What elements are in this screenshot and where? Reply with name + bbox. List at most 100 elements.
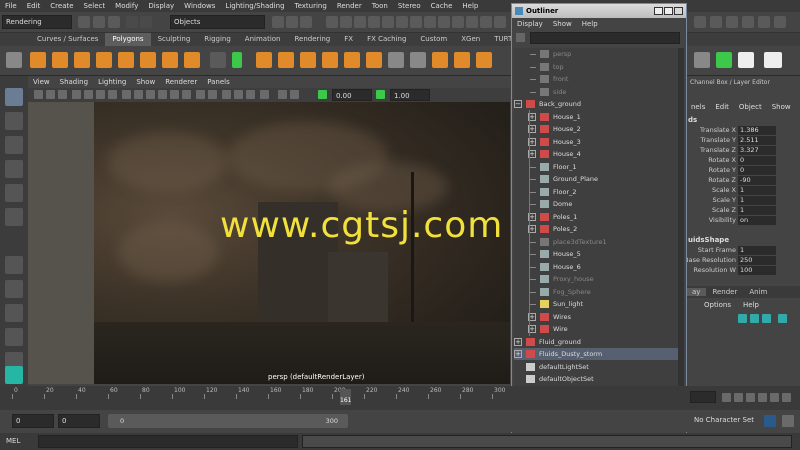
- new-layer-icon[interactable]: [762, 314, 771, 323]
- outliner-item[interactable]: Ground_Plane: [514, 173, 678, 185]
- close-icon[interactable]: [674, 7, 683, 15]
- select-hierarchy-icon[interactable]: [272, 16, 284, 28]
- shelf-tab-custom[interactable]: Custom: [413, 33, 454, 46]
- outliner-item[interactable]: + Fluids_Dusty_storm: [514, 348, 678, 360]
- menu-stereo[interactable]: Stereo: [393, 2, 426, 10]
- camera-icon[interactable]: [46, 90, 55, 99]
- folder-icon[interactable]: [78, 16, 90, 28]
- channel-row[interactable]: Rotate X0: [686, 156, 800, 166]
- shelf-tab-fx[interactable]: FX: [337, 33, 360, 46]
- gamma-icon[interactable]: [290, 90, 299, 99]
- layer-tab[interactable]: Render: [706, 288, 743, 296]
- film-gate-icon[interactable]: [84, 90, 93, 99]
- outliner-item[interactable]: + House_1: [514, 111, 678, 123]
- exposure-toggle-icon[interactable]: [318, 90, 327, 99]
- mask-icon[interactable]: [410, 16, 422, 28]
- gamma-toggle-icon[interactable]: [376, 90, 385, 99]
- separate-icon[interactable]: [366, 52, 382, 68]
- mask-icon[interactable]: [424, 16, 436, 28]
- selection-mask-dropdown[interactable]: Objects: [170, 15, 265, 29]
- channel-row[interactable]: Translate X 1.386: [686, 126, 800, 136]
- gate-mask-icon[interactable]: [108, 90, 117, 99]
- channel-row[interactable]: Scale Z1: [686, 206, 800, 216]
- redo-icon[interactable]: [140, 16, 152, 28]
- current-frame-marker[interactable]: 161: [340, 389, 351, 405]
- open-icon[interactable]: [93, 16, 105, 28]
- menu-edit[interactable]: Edit: [22, 2, 46, 10]
- append-icon[interactable]: [476, 52, 492, 68]
- channel-row[interactable]: Rotate Y0: [686, 166, 800, 176]
- mask-icon[interactable]: [368, 16, 380, 28]
- channel-row[interactable]: Rotate Z -90: [686, 176, 800, 186]
- playback-start-field[interactable]: 0: [58, 414, 100, 428]
- grid-icon[interactable]: [72, 90, 81, 99]
- outliner-item[interactable]: Sun_light: [514, 298, 678, 310]
- channel-row[interactable]: Scale Y1: [686, 196, 800, 206]
- outliner-item[interactable]: defaultObjectSet: [514, 373, 678, 385]
- menu-modify[interactable]: Modify: [110, 2, 143, 10]
- bookmark-icon[interactable]: [58, 90, 67, 99]
- poly-disc-icon[interactable]: [162, 52, 178, 68]
- mask-icon[interactable]: [382, 16, 394, 28]
- shelf-icon[interactable]: [716, 52, 732, 68]
- exposure-field[interactable]: 0.00: [332, 89, 372, 101]
- mask-icon[interactable]: [466, 16, 478, 28]
- shelf-tab-rigging[interactable]: Rigging: [197, 33, 238, 46]
- maximize-icon[interactable]: [664, 7, 673, 15]
- undo-icon[interactable]: [126, 16, 138, 28]
- outliner-item[interactable]: Fog_Sphere: [514, 286, 678, 298]
- time-slider[interactable]: 0204060801001201401601802002202402602803…: [0, 386, 800, 410]
- layer-menu-item[interactable]: Options: [698, 301, 737, 309]
- outliner-item[interactable]: + Poles_1: [514, 211, 678, 223]
- gamma-field[interactable]: 1.00: [390, 89, 430, 101]
- outliner-item[interactable]: Floor_1: [514, 161, 678, 173]
- outliner-item[interactable]: Proxy_house: [514, 273, 678, 285]
- layer-tab[interactable]: ay: [686, 288, 707, 296]
- shelf-tab-polygons[interactable]: Polygons: [105, 33, 151, 46]
- mask-icon[interactable]: [494, 16, 506, 28]
- menu-toon[interactable]: Toon: [367, 2, 393, 10]
- extrude-icon[interactable]: [256, 52, 272, 68]
- ao-icon[interactable]: [222, 90, 231, 99]
- poly-cube-icon[interactable]: [52, 52, 68, 68]
- mask-icon[interactable]: [340, 16, 352, 28]
- shelf-menu-icon[interactable]: [6, 52, 22, 68]
- channel-value[interactable]: 1: [738, 246, 776, 255]
- channel-value[interactable]: 2.511: [738, 136, 776, 145]
- select-component-icon[interactable]: [300, 16, 312, 28]
- render-settings-icon[interactable]: [726, 16, 738, 28]
- hypershade-icon[interactable]: [742, 16, 754, 28]
- poly-platonic-icon[interactable]: [184, 52, 200, 68]
- viewport-menu-renderer[interactable]: Renderer: [160, 78, 202, 86]
- channel-value[interactable]: 250: [738, 256, 776, 265]
- character-set[interactable]: No Character Set: [694, 416, 754, 424]
- menu-texturing[interactable]: Texturing: [290, 2, 332, 10]
- outliner-item[interactable]: + Fluid_ground: [514, 336, 678, 348]
- goto-end-icon[interactable]: [782, 393, 791, 402]
- textured-icon[interactable]: [158, 90, 167, 99]
- channel-value[interactable]: on: [738, 216, 776, 225]
- mask-icon[interactable]: [396, 16, 408, 28]
- shelf-tab-rendering[interactable]: Rendering: [287, 33, 337, 46]
- menu-cache[interactable]: Cache: [426, 2, 458, 10]
- mask-icon[interactable]: [480, 16, 492, 28]
- multi-cut-icon[interactable]: [388, 52, 404, 68]
- step-back-icon[interactable]: [734, 393, 743, 402]
- shelf-tab-sculpting[interactable]: Sculpting: [151, 33, 198, 46]
- minimize-icon[interactable]: [654, 7, 663, 15]
- panel-toggle-icon[interactable]: [758, 16, 770, 28]
- ge-icon[interactable]: [764, 52, 782, 68]
- outliner-item[interactable]: House_6: [514, 261, 678, 273]
- fill-hole-icon[interactable]: [344, 52, 360, 68]
- outliner-item[interactable]: + Wire: [514, 323, 678, 335]
- xray-icon[interactable]: [196, 90, 205, 99]
- command-input[interactable]: [38, 435, 298, 448]
- channel-row[interactable]: Scale X1: [686, 186, 800, 196]
- new-layer-icon[interactable]: [778, 314, 787, 323]
- render-icon[interactable]: [694, 16, 706, 28]
- outliner-item[interactable]: Dome: [514, 198, 678, 210]
- menu-help[interactable]: Help: [457, 2, 483, 10]
- channel-value[interactable]: 1: [738, 196, 776, 205]
- outliner-item[interactable]: + Wires: [514, 311, 678, 323]
- mirror-icon[interactable]: [432, 52, 448, 68]
